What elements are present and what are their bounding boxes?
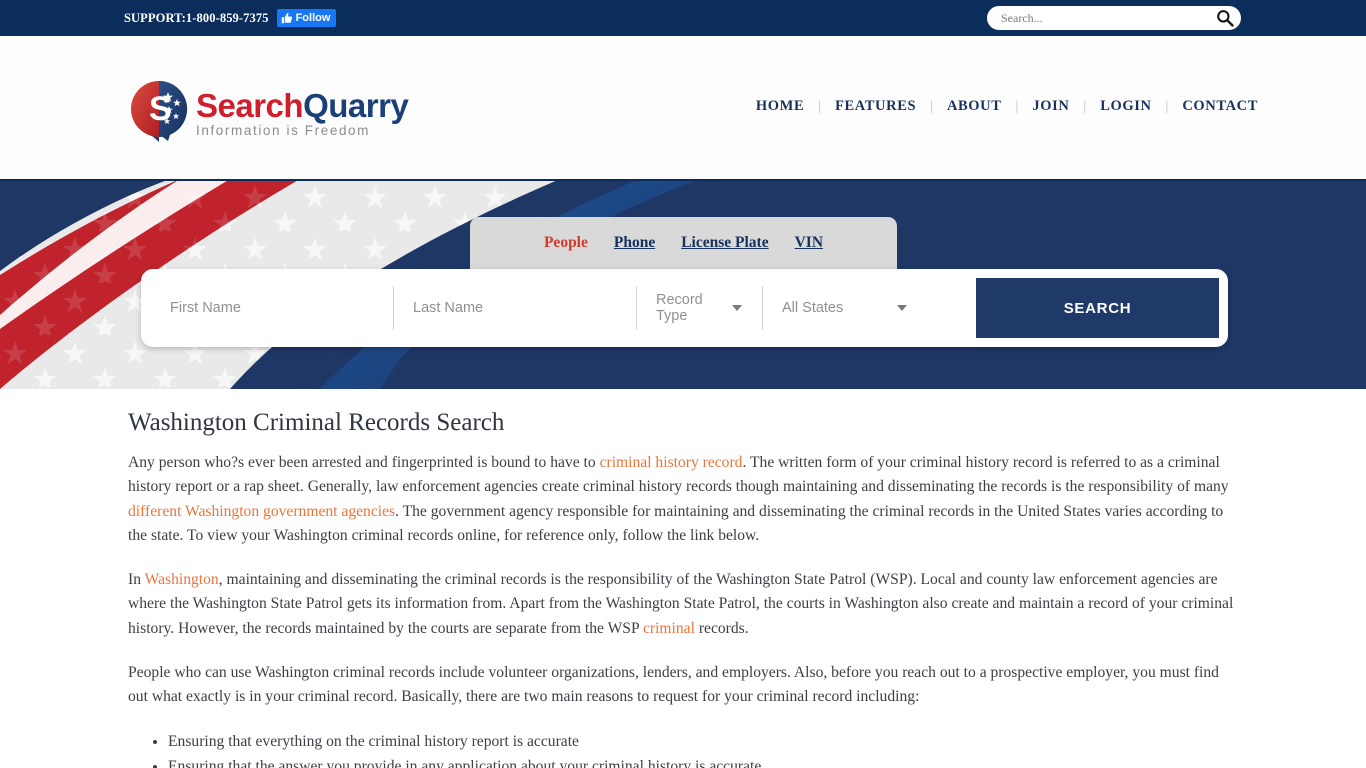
article-paragraph-3: People who can use Washington criminal r… xyxy=(128,664,1219,706)
site-search-input[interactable] xyxy=(999,9,1215,27)
list-item: Ensuring that everything on the criminal… xyxy=(168,730,1238,754)
thumbs-up-icon xyxy=(281,12,293,24)
reasons-list: Ensuring that everything on the criminal… xyxy=(128,730,1238,768)
logo-word-quarry: Quarry xyxy=(303,86,409,124)
nav-item-join[interactable]: JOIN xyxy=(1018,98,1083,115)
record-type-label: Record Type xyxy=(656,292,703,324)
tab-license-plate[interactable]: License Plate xyxy=(681,234,768,252)
p2-text-a: In xyxy=(128,571,145,589)
facebook-follow-button[interactable]: Follow xyxy=(276,9,337,27)
nav-item-features[interactable]: FEATURES xyxy=(821,98,930,115)
logo-wordmark: SearchQuarry Information is Freedom xyxy=(196,85,409,138)
search-button[interactable]: SEARCH xyxy=(976,278,1219,338)
search-icon[interactable] xyxy=(1215,8,1235,28)
first-name-input[interactable] xyxy=(150,300,393,316)
search-type-tabs: People Phone License Plate VIN xyxy=(470,217,897,269)
link-washington-government-agencies[interactable]: different Washington government agencies xyxy=(128,503,395,520)
p2-text-c: records. xyxy=(694,619,749,637)
link-criminal-history-record[interactable]: criminal history record xyxy=(600,454,743,471)
record-type-dropdown[interactable]: Record Type xyxy=(636,278,762,338)
chevron-down-icon xyxy=(897,305,907,311)
nav-item-login[interactable]: LOGIN xyxy=(1086,98,1165,115)
tab-people[interactable]: People xyxy=(544,234,588,252)
site-logo[interactable]: S SearchQuarry Information is Freedom xyxy=(128,78,409,144)
logo-word-search: Search xyxy=(196,86,304,124)
site-header: S SearchQuarry Information is Freedom HO… xyxy=(0,36,1366,212)
tab-phone[interactable]: Phone xyxy=(614,234,655,252)
chevron-down-icon xyxy=(732,305,742,311)
article-paragraph-1: Any person who?s ever been arrested and … xyxy=(128,451,1238,548)
people-search-form: Record Type All States SEARCH xyxy=(141,269,1228,347)
state-dropdown[interactable]: All States xyxy=(762,278,927,338)
support-phone-text: SUPPORT:1-800-859-7375 xyxy=(124,10,269,25)
hero-search-section: People Phone License Plate VIN Record Ty… xyxy=(0,179,1366,389)
facebook-follow-label: Follow xyxy=(295,12,331,24)
first-name-field[interactable] xyxy=(150,278,393,338)
link-criminal[interactable]: criminal xyxy=(643,620,695,637)
link-washington[interactable]: Washington xyxy=(145,571,219,588)
nav-item-contact[interactable]: CONTACT xyxy=(1168,98,1272,115)
logo-tagline: Information is Freedom xyxy=(196,122,371,138)
article-content: Washington Criminal Records Search Any p… xyxy=(0,389,1366,768)
nav-item-home[interactable]: HOME xyxy=(742,98,818,115)
p1-text-a: Any person who?s ever been arrested and … xyxy=(128,454,600,471)
last-name-field[interactable] xyxy=(393,278,636,338)
topbar-left-group: SUPPORT:1-800-859-7375 Follow xyxy=(124,9,337,27)
top-utility-bar: SUPPORT:1-800-859-7375 Follow xyxy=(0,0,1366,36)
list-item: Ensuring that the answer you provide in … xyxy=(168,755,1238,768)
searchquarry-logo-icon: S xyxy=(128,78,190,144)
last-name-input[interactable] xyxy=(393,300,636,316)
site-search-box[interactable] xyxy=(987,6,1241,30)
article-paragraph-2: In Washington, maintaining and dissemina… xyxy=(128,568,1238,641)
nav-item-about[interactable]: ABOUT xyxy=(933,98,1016,115)
state-label: All States xyxy=(782,300,844,316)
tab-vin[interactable]: VIN xyxy=(795,234,823,252)
main-navigation: HOME | FEATURES | ABOUT | JOIN | LOGIN |… xyxy=(742,98,1272,115)
article-heading: Washington Criminal Records Search xyxy=(128,409,505,436)
